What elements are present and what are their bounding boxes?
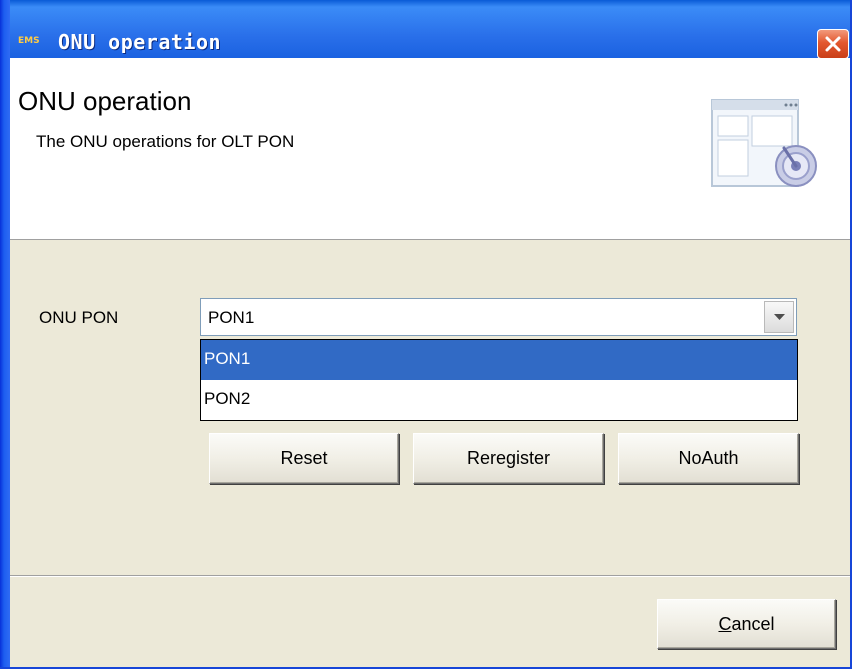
header-title: ONU operation — [18, 86, 192, 116]
window-frame-left — [0, 0, 10, 669]
cancel-button[interactable]: Cancel — [657, 599, 836, 649]
onu-pon-dropdown-list: PON1 PON2 — [200, 339, 798, 421]
footer-divider — [10, 575, 850, 577]
reregister-button[interactable]: Reregister — [413, 433, 604, 484]
close-icon — [825, 36, 841, 52]
onu-pon-combobox[interactable]: PON1 — [200, 298, 797, 336]
window-config-icon — [711, 99, 817, 187]
app-badge: EMS — [18, 36, 40, 46]
onu-pon-label: ONU PON — [39, 308, 119, 327]
window-title: ONU operation — [58, 30, 222, 54]
reset-button[interactable]: Reset — [209, 433, 399, 484]
onu-pon-selected-value: PON1 — [208, 308, 255, 327]
option-pon1[interactable]: PON1 — [201, 340, 797, 380]
chevron-down-icon — [774, 314, 785, 320]
cancel-label-rest: ancel — [731, 614, 775, 634]
header-subtitle: The ONU operations for OLT PON — [36, 132, 295, 151]
option-pon2[interactable]: PON2 — [201, 380, 797, 420]
noauth-button[interactable]: NoAuth — [618, 433, 799, 484]
cancel-mnemonic: C — [718, 614, 732, 634]
dropdown-button[interactable] — [764, 301, 794, 333]
header-panel: ONU operation The ONU operations for OLT… — [10, 58, 850, 240]
onu-operation-dialog: EMS ONU operation ONU operation The ONU … — [0, 0, 852, 669]
close-button[interactable] — [817, 29, 849, 59]
